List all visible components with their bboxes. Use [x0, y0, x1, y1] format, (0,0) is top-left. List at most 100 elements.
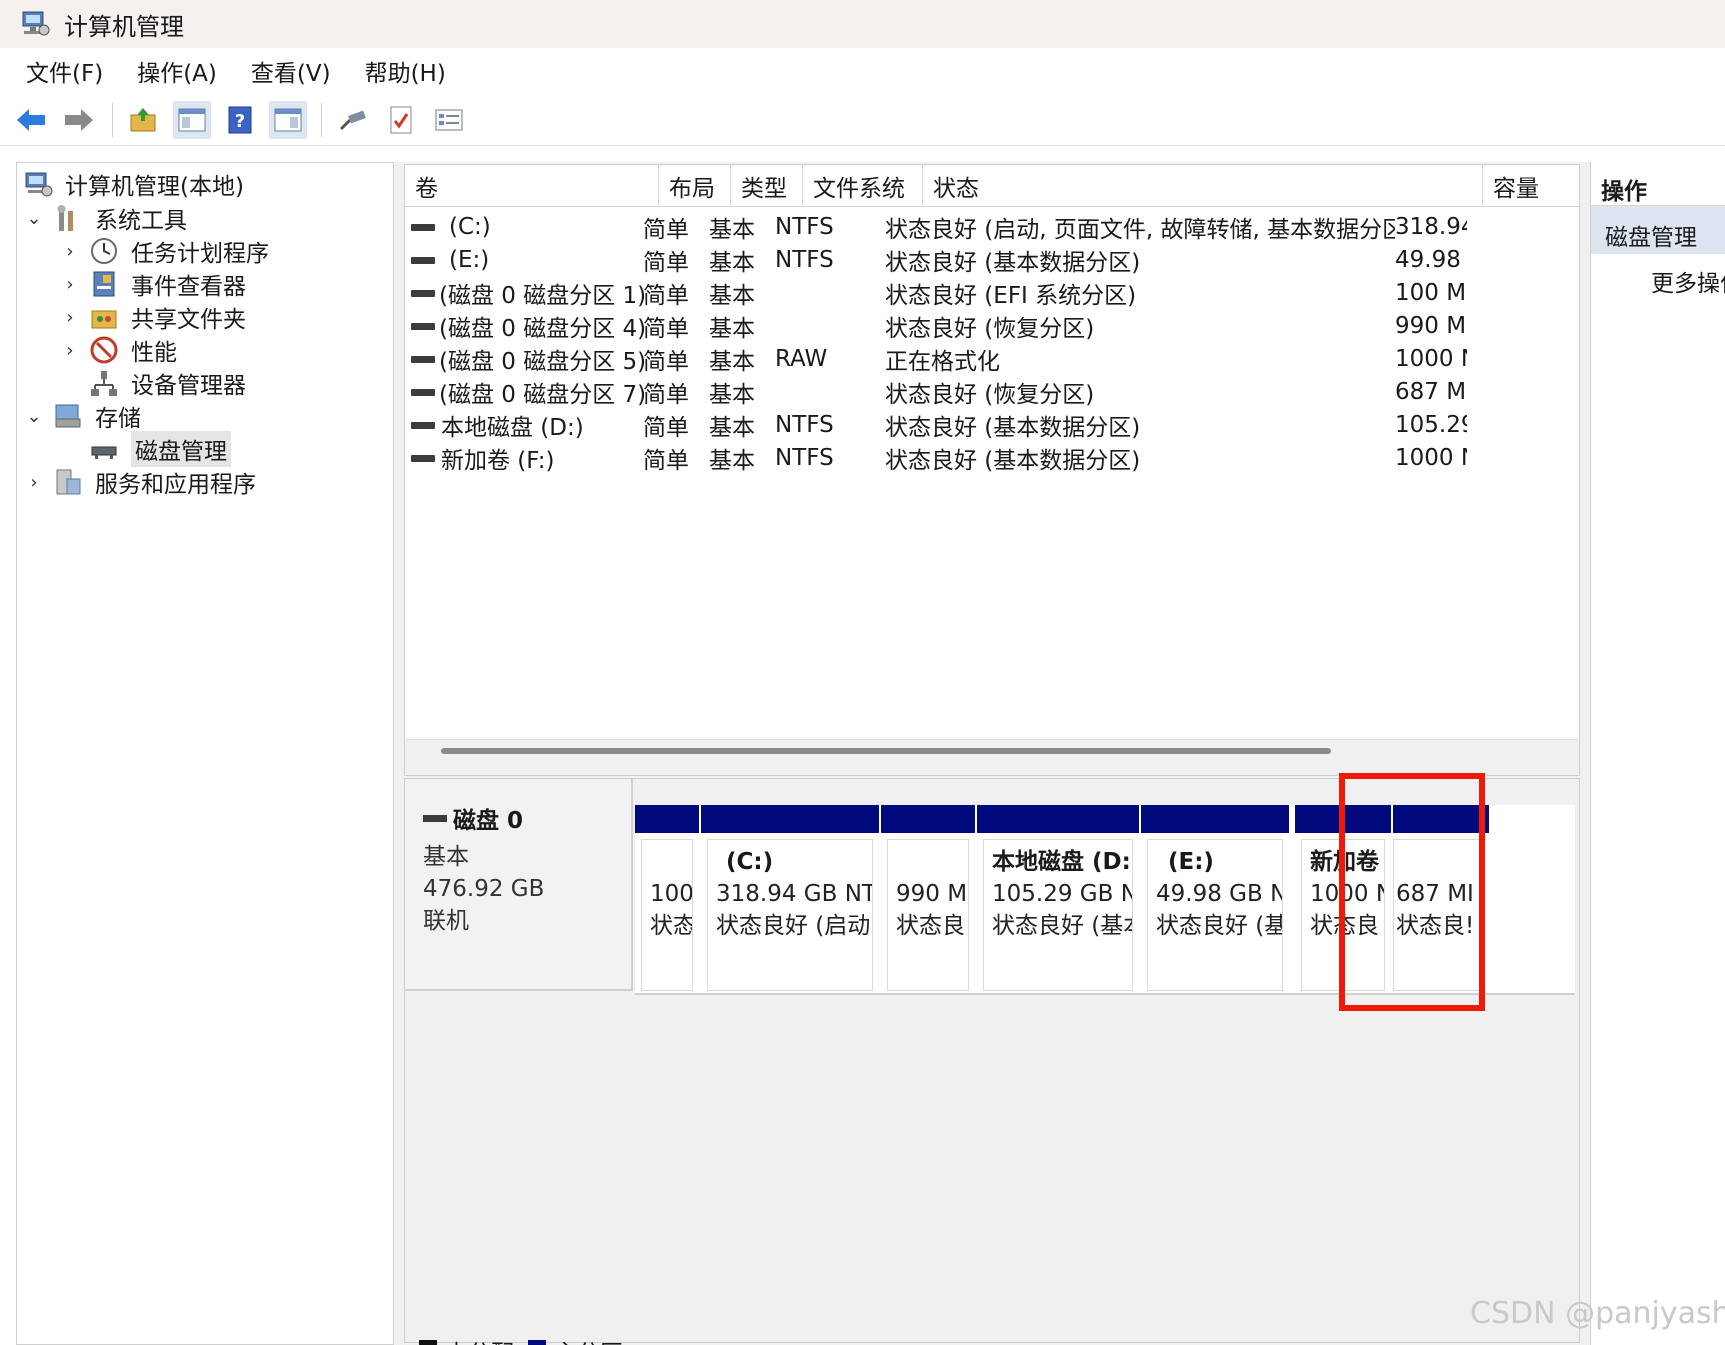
tree-label: 共享文件夹 [131, 307, 246, 333]
chevron-right-icon[interactable]: › [59, 340, 81, 361]
disk-type: 基本 [423, 844, 469, 870]
menu-action[interactable]: 操作(A) [137, 54, 217, 88]
properties-button[interactable] [382, 101, 420, 139]
left-splitter[interactable] [394, 162, 402, 1345]
services-icon [53, 467, 83, 497]
menu-view[interactable]: 查看(V) [251, 54, 331, 88]
tree-item-shared-folders[interactable]: › 共享文件夹 [59, 300, 246, 334]
tree-item-performance[interactable]: › 性能 [59, 333, 177, 367]
forward-button[interactable] [60, 101, 98, 139]
chevron-right-icon[interactable]: › [59, 274, 81, 295]
toolbar: ? [0, 94, 1725, 146]
column-header-filesystem[interactable]: 文件系统 [803, 165, 923, 207]
volume-icon [411, 256, 435, 264]
center-pane: 卷 布局 类型 文件系统 状态 容量 (C:) 简单 基本 NTFS 状态良好 (启动,… [402, 162, 1582, 1345]
up-level-button[interactable] [125, 101, 163, 139]
cell-layout-text: 简单 [643, 415, 689, 441]
partition-type-bar [1141, 805, 1289, 833]
connect-button[interactable] [334, 101, 372, 139]
partition-title: 本地磁盘 (D:) [992, 849, 1133, 875]
cell-status-text: 状态良好 (恢复分区) [885, 316, 1095, 342]
column-header-status[interactable]: 状态 [923, 165, 1483, 207]
menu-file[interactable]: 文件(F) [26, 54, 103, 88]
show-action-pane-button[interactable] [269, 100, 307, 139]
chevron-right-icon[interactable]: › [59, 307, 81, 328]
cell-status-text: 状态良好 (基本数据分区) [885, 448, 1141, 474]
show-console-tree-button[interactable] [173, 100, 211, 139]
chevron-right-icon[interactable]: › [23, 472, 45, 493]
tree-label: 存储 [95, 406, 141, 432]
cell-capacity: 100 ME [1395, 275, 1467, 311]
tree-label: 磁盘管理 [131, 431, 231, 467]
legend-swatch-primary [528, 1340, 546, 1345]
tree-item-storage[interactable]: ⌄ 存储 [23, 399, 141, 433]
cell-type-text: 基本 [709, 382, 755, 408]
column-header-layout[interactable]: 布局 [659, 165, 731, 207]
volume-row[interactable]: (磁盘 0 磁盘分区 1)简单基本 状态良好 (EFI 系统分区) 100 ME [405, 275, 1579, 311]
cell-type: 基本 [709, 440, 769, 476]
tree-item-root[interactable]: 计算机管理(本地) [23, 167, 244, 201]
legend-label-unallocated: 未分配 [445, 1334, 514, 1345]
partition-efi[interactable]: 100 状态 [635, 805, 699, 991]
cell-type: 基本 [709, 209, 769, 245]
volume-row[interactable]: 新加卷 (F:) 简单基本 NTFS 状态良好 (基本数据分区) 1000 N [405, 440, 1579, 476]
cell-layout: 简单 [643, 209, 703, 245]
toolbar-separator [321, 102, 322, 137]
list-view-button[interactable] [430, 101, 468, 139]
tree-item-services-apps[interactable]: › 服务和应用程序 [23, 465, 256, 499]
cell-capacity-text: 1000 N [1395, 445, 1467, 471]
cell-volume-text: 本地磁盘 (D:) [441, 415, 584, 441]
tree-item-system-tools[interactable]: ⌄ 系统工具 [23, 201, 187, 235]
tree-label: 计算机管理(本地) [65, 174, 244, 200]
cell-type: 基本 [709, 242, 769, 278]
tree-item-task-scheduler[interactable]: › 任务计划程序 [59, 234, 269, 268]
tree-item-device-manager[interactable]: 设备管理器 [89, 366, 246, 400]
volume-row[interactable]: (磁盘 0 磁盘分区 5)简单基本 RAW 正在格式化 1000 N [405, 341, 1579, 377]
tree-item-disk-management[interactable]: 磁盘管理 [89, 431, 231, 467]
help-button[interactable]: ? [221, 101, 259, 139]
partition-d[interactable]: 本地磁盘 (D:) 105.29 GB N 状态良好 (基本 [977, 805, 1139, 991]
column-header-capacity[interactable]: 容量 [1483, 165, 1579, 207]
shared-folder-icon [89, 302, 119, 332]
volume-row[interactable]: (磁盘 0 磁盘分区 4)简单基本 状态良好 (恢复分区) 990 ME [405, 308, 1579, 344]
cell-layout-text: 简单 [643, 349, 689, 375]
volume-row[interactable]: (C:) 简单 基本 NTFS 状态良好 (启动, 页面文件, 故障转储, 基本数据分区… [405, 209, 1579, 245]
volume-row[interactable]: (E:) 简单基本 NTFS 状态良好 (基本数据分区) 49.98 C [405, 242, 1579, 278]
menu-bar: 文件(F) 操作(A) 查看(V) 帮助(H) [0, 48, 1725, 94]
folder-up-icon [130, 107, 156, 131]
column-header-volume[interactable]: 卷 [405, 165, 659, 207]
more-actions-link[interactable]: 更多操作 [1591, 254, 1725, 298]
tree-label: 系统工具 [95, 208, 187, 234]
partition-type-bar [881, 805, 975, 833]
disk-icon [423, 814, 447, 822]
volume-row[interactable]: (磁盘 0 磁盘分区 7)简单基本 状态良好 (恢复分区) 687 ME [405, 374, 1579, 410]
cell-status-text: 正在格式化 [885, 349, 1000, 375]
cell-status: 状态良好 (恢复分区) [885, 374, 1395, 410]
partition-c[interactable]: (C:) 318.94 GB NTF 状态良好 (启动, [701, 805, 879, 991]
volume-icon [411, 388, 435, 396]
menu-help[interactable]: 帮助(H) [365, 54, 446, 88]
volume-row[interactable]: 本地磁盘 (D:) 简单基本 NTFS 状态良好 (基本数据分区) 105.29 [405, 407, 1579, 443]
partition-recovery-4[interactable]: 990 M 状态良 [881, 805, 975, 991]
partition-e[interactable]: (E:) 49.98 GB N 状态良好 (基 [1141, 805, 1289, 991]
performance-icon [89, 335, 119, 365]
actions-section-disk-management[interactable]: 磁盘管理 [1591, 206, 1725, 254]
arrow-right-icon [65, 108, 93, 131]
cell-volume-text: (磁盘 0 磁盘分区 1) [439, 283, 647, 309]
back-button[interactable] [12, 101, 50, 139]
chevron-down-icon[interactable]: ⌄ [23, 208, 45, 229]
partition-size: 318.94 GB NTF [716, 881, 873, 907]
chevron-right-icon[interactable]: › [59, 241, 81, 262]
horizontal-scrollbar-thumb[interactable] [441, 748, 1331, 754]
tree-item-event-viewer[interactable]: › 事件查看器 [59, 267, 246, 301]
partition-status: 状态良好 (基本 [992, 913, 1133, 939]
tree-label: 任务计划程序 [131, 241, 269, 267]
column-header-type[interactable]: 类型 [731, 165, 803, 207]
cell-capacity-text: 49.98 C [1395, 247, 1467, 273]
chevron-down-icon[interactable]: ⌄ [23, 406, 45, 427]
help-icon: ? [228, 106, 252, 133]
disk-0-label[interactable]: 磁盘 0 基本 476.92 GB 联机 [405, 779, 633, 991]
clock-icon [89, 236, 119, 266]
volume-list-header: 卷 布局 类型 文件系统 状态 容量 [405, 165, 1579, 207]
right-splitter[interactable] [1582, 162, 1590, 1345]
